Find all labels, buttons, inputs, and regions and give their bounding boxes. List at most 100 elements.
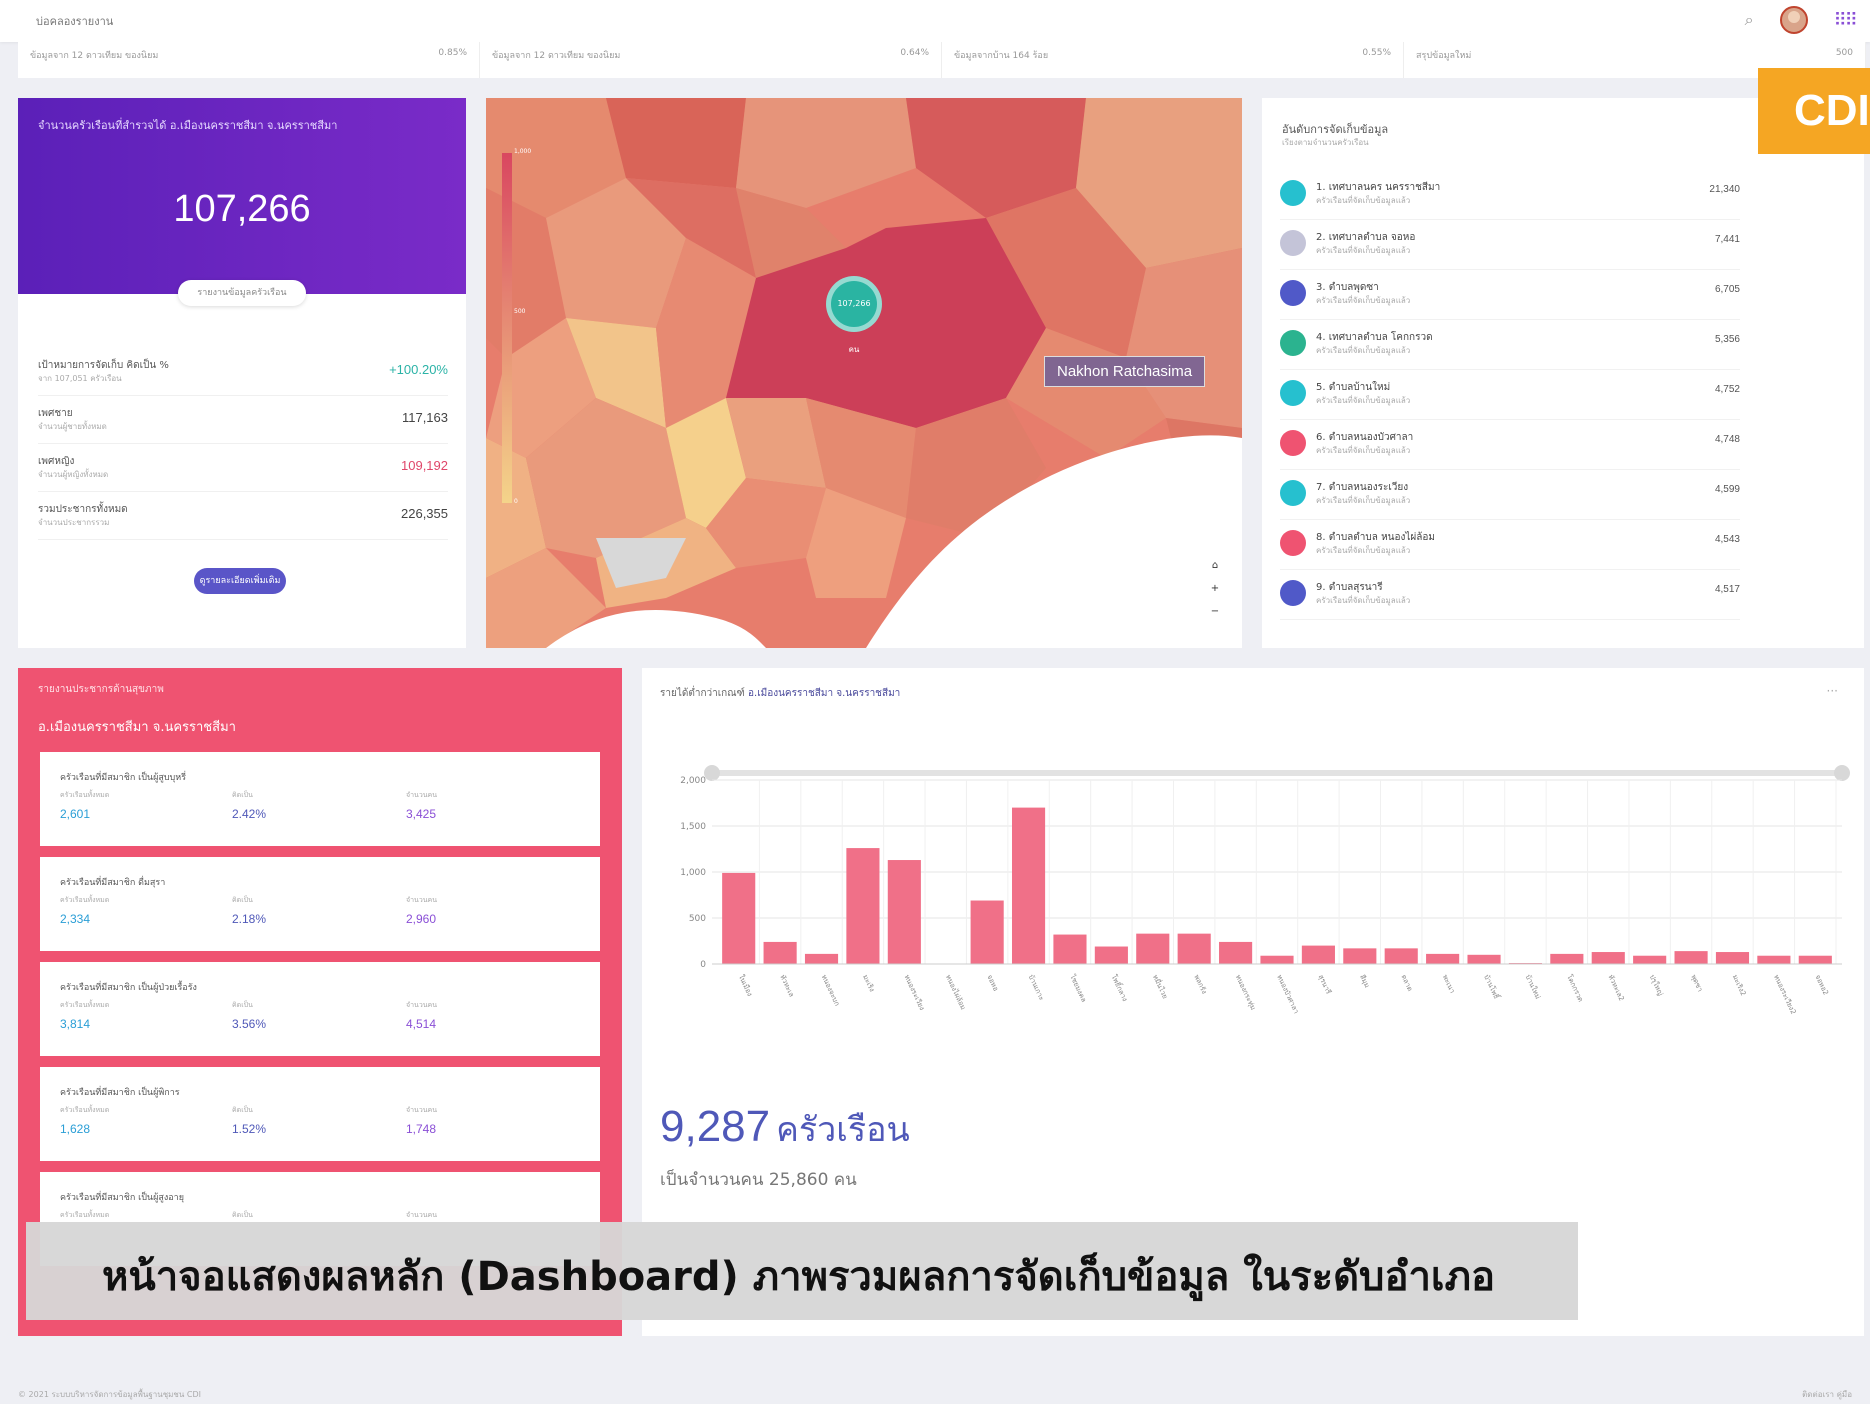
bar[interactable] [1426,953,1460,964]
bar[interactable] [1550,953,1584,964]
health-stat-card[interactable]: ครัวเรือนที่มีสมาชิก ดื่มสุรา ครัวเรือนทั… [40,857,600,951]
district-map[interactable]: 1,000 500 0 107,266 คน Nakhon Ratchasima… [486,98,1242,648]
bar[interactable] [970,900,1004,964]
bar[interactable] [1633,955,1667,964]
range-slider-track[interactable] [712,770,1842,776]
bar[interactable] [1715,952,1750,964]
ranking-item[interactable]: 7. ตำบลหนองระเวียงครัวเรือนที่จัดเก็บข้อ… [1280,470,1740,520]
bar[interactable] [1053,934,1087,964]
summary-row: รวมประชากรทั้งหมด จำนวนประชากรรวม 226,35… [38,492,448,540]
ranking-item-name: 7. ตำบลหนองระเวียง [1316,482,1409,493]
report-pill-button[interactable]: รายงานข้อมูลครัวเรือน [178,280,306,306]
map-tooltip: Nakhon Ratchasima [1044,356,1206,387]
ranking-item-sub: ครัวเรือนที่จัดเก็บข้อมูลแล้ว [1316,396,1411,405]
range-slider-handle[interactable] [704,765,720,781]
ranking-item-value: 4,543 [1714,534,1740,545]
bar[interactable] [1177,933,1211,964]
zoom-out-button[interactable]: − [1206,602,1224,622]
ranking-item[interactable]: 8. ตำบลตำบล หนองไผ่ล้อม ครัวเรือนที่จัดเก… [1280,520,1740,570]
zoom-in-button[interactable]: + [1206,579,1224,599]
ranking-item-value: 4,748 [1714,434,1740,445]
y-tick-label: 500 [689,914,706,924]
x-tick-label: มะเริง2 [1731,973,1748,997]
bar[interactable] [1343,948,1377,964]
x-tick-label: โพธิ์กลาง [1110,973,1131,1003]
bar[interactable] [1011,807,1046,964]
ranking-dot-icon [1280,380,1306,406]
search-icon[interactable]: ⌕ [1745,10,1754,30]
ranking-item-value: 5,356 [1714,334,1740,345]
x-tick-label: บ้านใหม่ [1524,973,1543,1000]
stripe-cell: ข้อมูลจากบ้าน 164 ร้อย 0.55% [942,42,1404,78]
ranking-dot-icon [1280,430,1306,456]
bar[interactable] [1260,955,1294,964]
bar[interactable] [1136,933,1170,964]
home-icon[interactable]: ⌂ [1206,556,1224,576]
y-tick-label: 1,500 [680,822,706,832]
health-col: ครัวเรือนทั้งหมด 1,628 [60,1106,110,1136]
footer-copyright: © 2021 ระบบบริหารจัดการข้อมูลพื้นฐานชุมช… [18,1390,201,1399]
bar[interactable] [1301,945,1335,964]
bar[interactable] [1384,948,1418,964]
health-district: อ.เมืองนครราชสีมา จ.นครราชสีมา [38,720,236,735]
legend-label-bot: 0 [514,498,518,505]
summary-card: จำนวนครัวเรือนที่สำรวจได้ อ.เมืองนครราชส… [18,98,466,648]
bar[interactable] [722,872,756,964]
ranking-item[interactable]: 6. ตำบลหนองบัวศาลา ครัวเรือนที่จัดเก็บข้อ… [1280,420,1740,470]
ranking-item[interactable]: 5. ตำบลบ้านใหม่ ครัวเรือนที่จัดเก็บข้อมูล… [1280,370,1740,420]
more-details-button[interactable]: ดูรายละเอียดเพิ่มเติม [194,568,286,594]
bar[interactable] [1094,946,1128,964]
ranking-item[interactable]: 1. เทศบาลนคร นครราชสีมา ครัวเรือนที่จัดเก… [1280,170,1740,220]
apps-grid-icon[interactable]: ⠿⠿ [1834,10,1858,31]
bar[interactable] [804,953,839,964]
x-tick-label: จอหอ [985,973,999,992]
avatar[interactable] [1779,6,1808,34]
health-card-title: ครัวเรือนที่มีสมาชิก ดื่มสุรา [60,878,166,888]
summary-title: จำนวนครัวเรือนที่สำรวจได้ อ.เมืองนครราชส… [38,119,338,132]
health-stat-card[interactable]: ครัวเรือนที่มีสมาชิก เป็นผู้สูบบุหรี่ ครั… [40,752,600,846]
summary-header: จำนวนครัวเรือนที่สำรวจได้ อ.เมืองนครราชส… [18,98,466,294]
x-tick-label: หมื่นไวย [1151,973,1170,1000]
ranking-item-name: 2. เทศบาลตำบล จอหอ [1316,232,1416,243]
ranking-item[interactable]: 3. ตำบลพุดซา ครัวเรือนที่จัดเก็บข้อมูลแล้… [1280,270,1740,320]
topbar-actions: ⌕ ⠿⠿ [1745,6,1858,34]
bar[interactable] [1674,951,1708,964]
x-tick-label: โคกกรวด [1565,973,1585,1003]
health-col: คิดเป็น 1.52% [232,1106,267,1136]
ranking-item[interactable]: 2. เทศบาลตำบล จอหอ ครัวเรือนที่จัดเก็บข้อ… [1280,220,1740,270]
bar[interactable] [1467,954,1501,964]
ranking-item-sub: ครัวเรือนที่จัดเก็บข้อมูลแล้ว [1316,546,1411,555]
app-brand[interactable]: บ่อคลองรายงาน [36,12,113,30]
x-tick-label: หนองบัวศาลา [1275,973,1300,1014]
x-tick-label: ในเมือง [737,973,755,998]
range-slider-handle[interactable] [1834,765,1850,781]
bar[interactable] [1591,952,1625,964]
bar-chart: 0 500 1,000 1,500 2,000 ในเมือง หัวทะเล หนองจะบ… [680,765,1850,1016]
bar[interactable] [1219,941,1253,964]
ranking-item[interactable]: 9. ตำบลสุรนารี ครัวเรือนที่จัดเก็บข้อมูลแ… [1280,570,1740,620]
x-tick-label: บ้านโพธิ์ [1482,973,1503,1002]
district-pin[interactable]: 107,266 คน [826,276,882,354]
footer: © 2021 ระบบบริหารจัดการข้อมูลพื้นฐานชุมช… [0,1374,1870,1404]
bar[interactable] [1798,955,1832,964]
health-col: จำนวนคน 4,514 [406,1001,438,1031]
ranking-item[interactable]: 4. เทศบาลตำบล โคกกรวด ครัวเรือนที่จัดเก็บ… [1280,320,1740,370]
bar[interactable] [1757,955,1791,964]
bar[interactable] [763,941,797,964]
health-stat-card[interactable]: ครัวเรือนที่มีสมาชิก เป็นผู้พิการ ครัวเรื… [40,1067,600,1161]
health-stat-card[interactable]: ครัวเรือนที่มีสมาชิก เป็นผู้ป่วยเรื้อรัง… [40,962,600,1056]
footer-links[interactable]: ติดต่อเรา คู่มือ [1802,1388,1852,1401]
x-tick-label: หนองระเวียง [903,973,926,1011]
ranking-item-value: 4,752 [1714,384,1740,395]
bar[interactable] [887,860,921,964]
ranking-item-value: 21,340 [1709,184,1740,195]
x-tick-label: หนองระเวียง2 [1772,973,1797,1015]
x-tick-label: หนองจะบก [820,973,841,1007]
bar[interactable] [846,848,880,964]
ranking-dot-icon [1280,580,1306,606]
x-tick-label: หัวทะเล [778,973,795,998]
x-tick-label: ปรุใหญ่ [1648,973,1666,997]
ranking-item-sub: ครัวเรือนที่จัดเก็บข้อมูลแล้ว [1316,496,1411,505]
health-title: รายงานประชากรด้านสุขภาพ [38,684,164,695]
ranking-item-name: 1. เทศบาลนคร นครราชสีมา [1316,182,1441,193]
